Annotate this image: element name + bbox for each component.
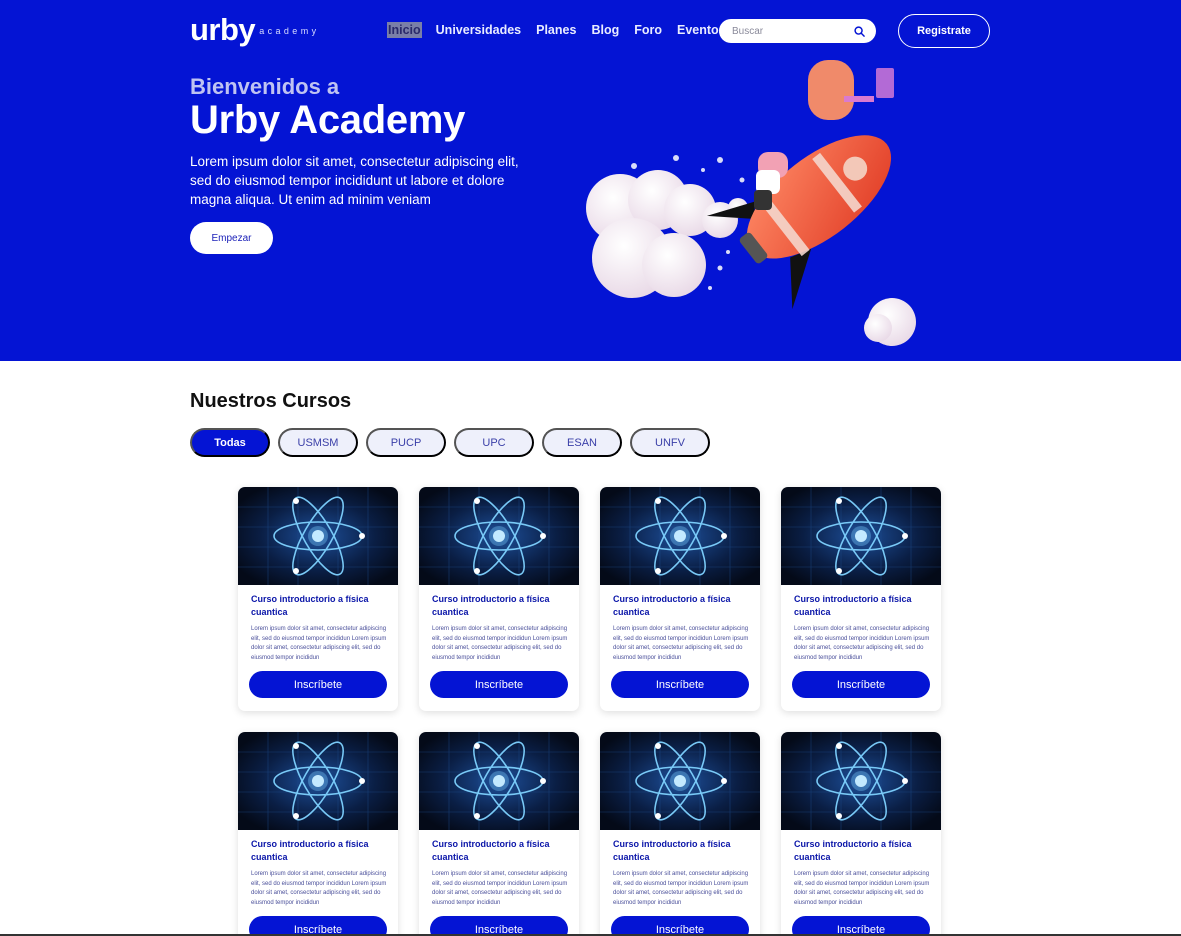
register-button[interactable]: Registrate — [898, 14, 990, 48]
enroll-button[interactable]: Inscríbete — [430, 671, 568, 698]
hero-section: urby academy Inicio Universidades Planes… — [0, 0, 1181, 361]
search-input[interactable] — [732, 25, 842, 37]
course-description: Lorem ipsum dolor sit amet, consectetur … — [613, 871, 749, 906]
filter-chip-upc[interactable]: UPC — [454, 428, 534, 457]
enroll-button[interactable]: Inscríbete — [611, 916, 749, 936]
nav-link-inicio[interactable]: Inicio — [387, 22, 422, 38]
enroll-button[interactable]: Inscríbete — [792, 671, 930, 698]
course-description: Lorem ipsum dolor sit amet, consectetur … — [432, 871, 568, 906]
atom-image — [238, 732, 398, 830]
nav-link-planes[interactable]: Planes — [535, 22, 577, 38]
filter-chip-pucp[interactable]: PUCP — [366, 428, 446, 457]
course-title: Curso introductorio a física cuantica — [794, 594, 912, 617]
enroll-button[interactable]: Inscríbete — [792, 916, 930, 936]
filter-chip-unfv[interactable]: UNFV — [630, 428, 710, 457]
course-card[interactable]: Curso introductorio a física cuantica Lo… — [419, 732, 579, 936]
filter-chip-todas[interactable]: Todas — [190, 428, 270, 457]
course-description: Lorem ipsum dolor sit amet, consectetur … — [251, 626, 387, 661]
course-title: Curso introductorio a física cuantica — [613, 839, 731, 862]
course-card[interactable]: Curso introductorio a física cuantica Lo… — [781, 487, 941, 711]
enroll-button[interactable]: Inscríbete — [249, 916, 387, 936]
course-card[interactable]: Curso introductorio a física cuantica Lo… — [238, 487, 398, 711]
course-card[interactable]: Curso introductorio a física cuantica Lo… — [781, 732, 941, 936]
logo[interactable]: urby academy — [190, 14, 320, 46]
course-title: Curso introductorio a física cuantica — [432, 839, 550, 862]
course-grid: Curso introductorio a física cuantica Lo… — [238, 487, 941, 936]
enroll-button[interactable]: Inscríbete — [611, 671, 749, 698]
course-card[interactable]: Curso introductorio a física cuantica Lo… — [600, 487, 760, 711]
start-button[interactable]: Empezar — [190, 222, 273, 254]
course-description: Lorem ipsum dolor sit amet, consectetur … — [432, 626, 568, 661]
course-description: Lorem ipsum dolor sit amet, consectetur … — [794, 626, 930, 661]
university-filters: Todas USMSM PUCP UPC ESAN UNFV — [190, 428, 710, 457]
course-title: Curso introductorio a física cuantica — [794, 839, 912, 862]
enroll-button[interactable]: Inscríbete — [430, 916, 568, 936]
search-icon[interactable] — [852, 24, 866, 38]
courses-title: Nuestros Cursos — [190, 390, 352, 412]
nav-link-universidades[interactable]: Universidades — [435, 22, 522, 38]
filter-chip-usmsm[interactable]: USMSM — [278, 428, 358, 457]
course-description: Lorem ipsum dolor sit amet, consectetur … — [613, 626, 749, 661]
search-box — [719, 19, 876, 43]
course-description: Lorem ipsum dolor sit amet, consectetur … — [794, 871, 930, 906]
course-description: Lorem ipsum dolor sit amet, consectetur … — [251, 871, 387, 906]
filter-chip-esan[interactable]: ESAN — [542, 428, 622, 457]
atom-image — [781, 732, 941, 830]
hero-title: Urby Academy — [190, 98, 466, 142]
atom-image — [419, 732, 579, 830]
atom-image — [600, 732, 760, 830]
atom-image — [419, 487, 579, 585]
logo-word: urby — [190, 12, 256, 47]
course-title: Curso introductorio a física cuantica — [432, 594, 550, 617]
hero-description: Lorem ipsum dolor sit amet, consectetur … — [190, 154, 519, 207]
course-title: Curso introductorio a física cuantica — [251, 839, 369, 862]
course-title: Curso introductorio a física cuantica — [613, 594, 731, 617]
nav-link-foro[interactable]: Foro — [633, 22, 663, 38]
main-nav: Inicio Universidades Planes Blog Foro Ev… — [387, 22, 727, 38]
nav-link-blog[interactable]: Blog — [590, 22, 620, 38]
rocket-illustration — [586, 60, 916, 346]
atom-image — [600, 487, 760, 585]
course-card[interactable]: Curso introductorio a física cuantica Lo… — [238, 732, 398, 936]
atom-image — [781, 487, 941, 585]
logo-subtitle: academy — [259, 26, 320, 36]
atom-image — [238, 487, 398, 585]
course-title: Curso introductorio a física cuantica — [251, 594, 369, 617]
hero-subtitle: Bienvenidos a — [190, 74, 340, 99]
course-card[interactable]: Curso introductorio a física cuantica Lo… — [600, 732, 760, 936]
course-card[interactable]: Curso introductorio a física cuantica Lo… — [419, 487, 579, 711]
enroll-button[interactable]: Inscríbete — [249, 671, 387, 698]
